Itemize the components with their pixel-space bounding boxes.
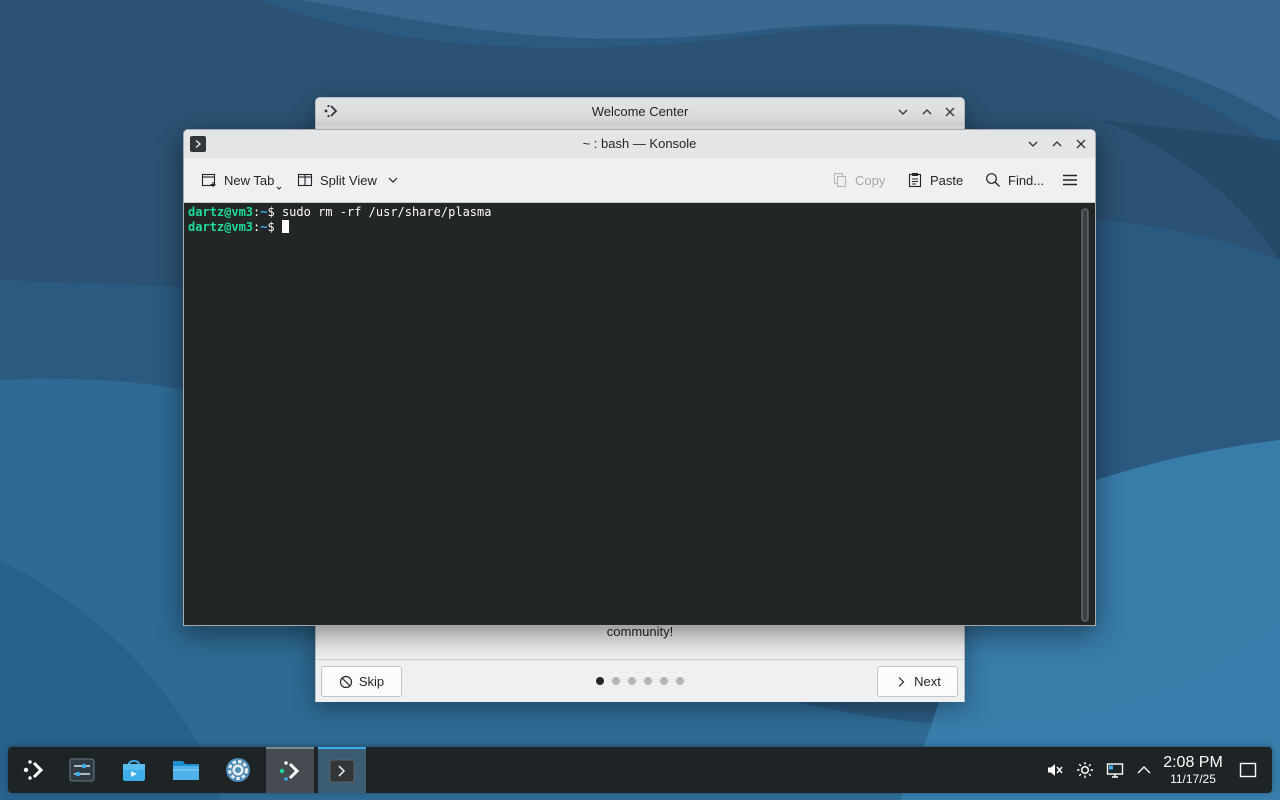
network-icon [1106,763,1124,778]
terminal-scrollbar[interactable] [1081,208,1089,622]
welcome-center-titlebar[interactable]: Welcome Center [316,98,964,126]
cancel-circle-icon [339,675,352,688]
close-icon [945,107,955,117]
volume-muted-icon [1048,764,1063,776]
tray-expand-icon [1137,766,1151,774]
minimize-button[interactable] [1021,132,1045,156]
dolphin-files-icon [173,761,199,780]
clock-time: 2:08 PM [1163,754,1223,771]
application-launcher-button[interactable] [10,747,58,793]
page-dot-5[interactable] [660,677,668,685]
welcome-body-text: community! [606,624,674,639]
paste-label: Paste [930,172,964,188]
taskbar-konsole[interactable] [318,747,366,793]
page-dot-3[interactable] [628,677,636,685]
digital-clock[interactable]: 2:08 PM 11/17/25 [1160,754,1226,786]
paste-icon [908,173,922,188]
welcome-footer: Skip Next [316,659,964,702]
maximize-button[interactable] [1045,132,1069,156]
copy-button[interactable]: Copy [832,166,885,194]
minimize-button[interactable] [891,100,915,124]
close-icon [1076,139,1086,149]
prompt-symbol: $ [267,220,282,234]
welcome-center-icon [279,761,300,781]
split-view-button[interactable]: Split View [297,166,399,194]
hamburger-menu-icon [1063,174,1077,186]
prompt-user: dartz@vm3 [188,205,254,219]
konsole-toolbar: New Tab Split View Copy Paste Find... [184,158,1095,203]
prompt-path: ~ [260,205,268,219]
close-button[interactable] [938,100,962,124]
application-launcher-icon [23,760,44,780]
network-button[interactable] [1105,760,1125,780]
new-tab-button[interactable]: New Tab [201,166,282,194]
find-button[interactable]: Find... [985,166,1044,194]
new-tab-icon [201,173,216,187]
konsole-title: ~ : bash — Konsole [582,136,697,151]
chevron-right-icon [898,676,905,687]
clock-date: 11/17/25 [1170,772,1216,786]
skip-button[interactable]: Skip [321,666,402,697]
split-view-icon [297,173,313,187]
prompt-path: ~ [260,220,268,234]
terminal-command: sudo rm -rf /usr/share/plasma [281,205,492,219]
konsole-titlebar[interactable]: ~ : bash — Konsole [184,130,1095,158]
new-tab-label: New Tab [224,172,275,188]
konsole-window: ~ : bash — Konsole New Tab Split View Co… [183,129,1096,626]
copy-icon [833,172,847,188]
page-dot-1[interactable] [596,677,604,685]
terminal-cursor [281,220,289,233]
submenu-arrow-icon [276,186,282,190]
split-view-label: Split View [320,172,377,188]
next-button[interactable]: Next [877,666,958,697]
discover-store-icon [123,760,145,781]
taskbar-dolphin[interactable] [162,747,210,793]
page-dot-2[interactable] [612,677,620,685]
paste-button[interactable]: Paste [907,166,963,194]
chevron-up-icon [1052,141,1062,147]
maximize-button[interactable] [915,100,939,124]
taskbar-welcome-center[interactable] [266,747,314,793]
show-desktop-icon [1239,762,1257,778]
settings-gear-icon [226,758,250,782]
chevron-down-icon [898,109,908,115]
search-icon [986,173,1000,187]
tray-expand-button[interactable] [1134,760,1154,780]
prompt-user: dartz@vm3 [188,220,254,234]
next-label: Next [914,674,941,689]
welcome-center-title: Welcome Center [591,104,689,119]
skip-label: Skip [358,674,385,689]
hamburger-menu-button[interactable] [1062,166,1078,194]
taskbar-settings[interactable] [214,747,262,793]
copy-label: Copy [855,172,886,188]
find-label: Find... [1008,172,1045,188]
page-dot-4[interactable] [644,677,652,685]
chevron-down-icon [388,177,398,183]
prompt-symbol: $ [267,205,282,219]
terminal-line: dartz@vm3:~$ [188,220,1091,235]
volume-button[interactable] [1045,760,1065,780]
terminal-line: dartz@vm3:~$ sudo rm -rf /usr/share/plas… [188,205,1091,220]
page-indicator [596,677,684,685]
brightness-icon [1077,762,1093,778]
chevron-down-icon [1028,141,1038,147]
taskbar-system-settings[interactable] [58,747,106,793]
taskbar: 2:08 PM 11/17/25 [8,747,1272,793]
brightness-button[interactable] [1075,760,1095,780]
page-dot-6[interactable] [676,677,684,685]
close-button[interactable] [1069,132,1093,156]
show-desktop-button[interactable] [1238,760,1258,780]
terminal-area[interactable]: dartz@vm3:~$ sudo rm -rf /usr/share/plas… [184,203,1095,625]
scrollbar-thumb[interactable] [1082,209,1088,621]
konsole-icon [329,759,355,783]
taskbar-discover[interactable] [110,747,158,793]
chevron-up-icon [922,109,932,115]
system-settings-sliders-icon [69,758,95,782]
